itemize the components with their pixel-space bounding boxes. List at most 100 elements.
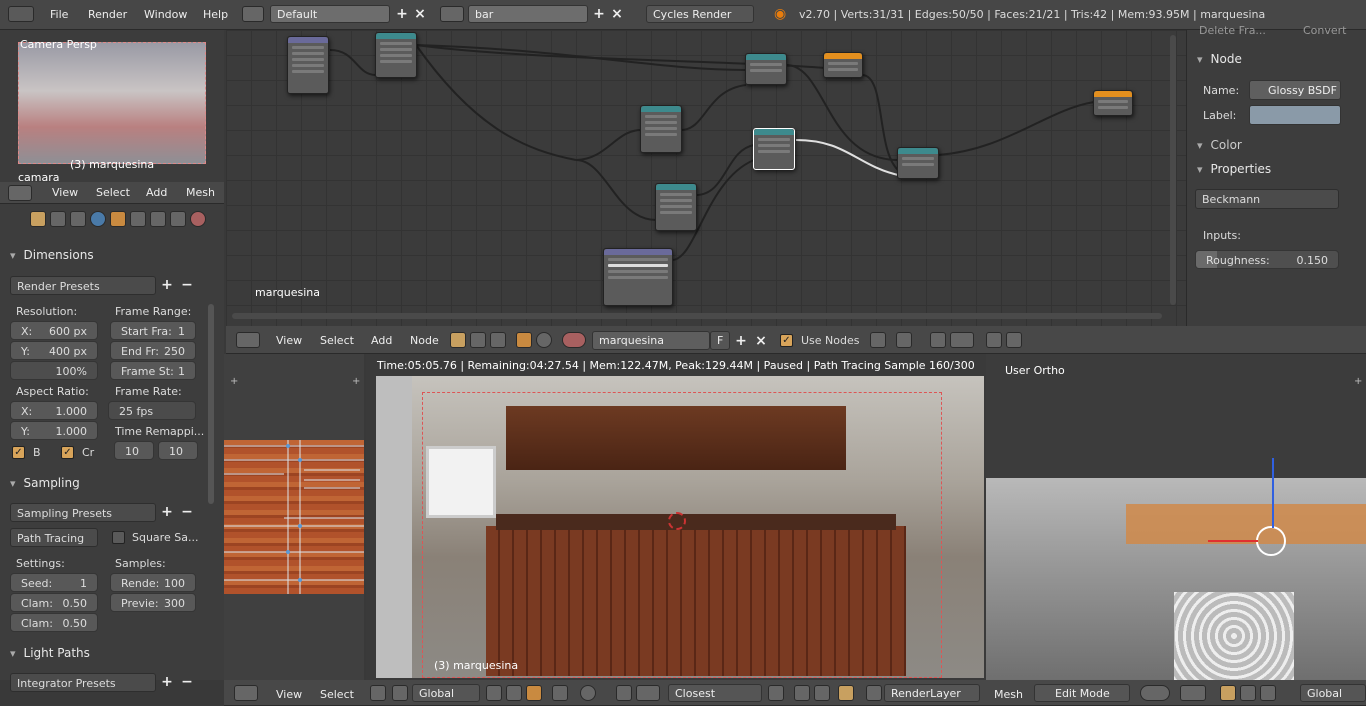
node-editor-hscroll[interactable]: [232, 313, 1162, 319]
add-scene-button[interactable]: +: [592, 6, 606, 22]
uv-editor[interactable]: + +: [224, 354, 364, 680]
object-shader-icon[interactable]: [516, 332, 532, 348]
node-editor-vscroll[interactable]: [1170, 35, 1176, 305]
menu-render[interactable]: Render: [88, 8, 127, 21]
fps-select[interactable]: 25 fps: [108, 401, 196, 420]
node-editor[interactable]: marquesina: [226, 30, 1186, 326]
properties-scrollbar[interactable]: [208, 304, 214, 504]
limit-selection-icon[interactable]: [552, 685, 568, 701]
scene-icon[interactable]: [440, 6, 464, 22]
bump-node-1[interactable]: [640, 105, 682, 153]
world-shader-icon[interactable]: [536, 332, 552, 348]
uv-add-icon-right[interactable]: +: [352, 376, 360, 387]
preview-samples-field[interactable]: Previe: 300: [110, 593, 196, 612]
color-ramp-node[interactable]: [603, 248, 673, 306]
render-layer-select[interactable]: RenderLayer: [884, 684, 980, 702]
constraints-tab-icon[interactable]: [130, 211, 146, 227]
shader-nodes-icon[interactable]: [450, 332, 466, 348]
scene-tab-icon[interactable]: [70, 211, 86, 227]
render-tab-icon[interactable]: [30, 211, 46, 227]
resolution-percent-field[interactable]: 100%: [10, 361, 98, 380]
integrator-presets-select[interactable]: Integrator Presets: [10, 673, 156, 692]
node-menu-view[interactable]: View: [276, 334, 302, 347]
snap-align-icon[interactable]: [768, 685, 784, 701]
menu-window[interactable]: Window: [144, 8, 187, 21]
clamp-indirect-field[interactable]: Clam: 0.50: [10, 613, 98, 632]
global-orientation-select-3d[interactable]: Global: [1300, 684, 1366, 702]
mix-shader-node[interactable]: [897, 147, 939, 179]
snap-icon[interactable]: [616, 685, 632, 701]
node-menu-select[interactable]: Select: [320, 334, 354, 347]
material-slot-icon[interactable]: [562, 332, 586, 348]
node-label-field[interactable]: [1249, 105, 1341, 125]
close-layout-button[interactable]: ×: [413, 6, 427, 22]
seed-field[interactable]: Seed: 1: [10, 573, 98, 592]
camera-viewport[interactable]: Camera Persp (3) marquesina camara: [0, 30, 224, 184]
snap-element-icon[interactable]: [950, 332, 974, 348]
node-menu-node[interactable]: Node: [410, 334, 439, 347]
transform-orientation-icon[interactable]: [392, 685, 408, 701]
pivot-icon[interactable]: [370, 685, 386, 701]
sampling-header[interactable]: Sampling: [4, 472, 200, 494]
resolution-y-field[interactable]: Y: 400 px: [10, 341, 98, 360]
crop-checkbox[interactable]: ✓: [61, 446, 74, 459]
add-integrator-preset-button[interactable]: +: [160, 674, 174, 690]
start-frame-field[interactable]: Start Fra: 1: [110, 321, 196, 340]
view3d-menu-view[interactable]: View: [52, 186, 78, 199]
view3d-menu-mesh[interactable]: Mesh: [186, 186, 215, 199]
view3d-menu-select[interactable]: Select: [96, 186, 130, 199]
paste-nodes-icon[interactable]: [1006, 332, 1022, 348]
vertex-select-icon[interactable]: [486, 685, 502, 701]
compositing-nodes-icon[interactable]: [470, 332, 486, 348]
node-editor-type-icon[interactable]: [236, 332, 260, 348]
close-scene-button[interactable]: ×: [610, 6, 624, 22]
texture-nodes-icon[interactable]: [490, 332, 506, 348]
fake-user-button[interactable]: F: [710, 331, 730, 350]
image-editor-type-icon[interactable]: [234, 685, 258, 701]
render-animation-icon[interactable]: [814, 685, 830, 701]
layout-field[interactable]: Default: [270, 5, 390, 23]
render-view[interactable]: Time:05:05.76 | Remaining:04:27.54 | Mem…: [366, 354, 986, 680]
convert-button[interactable]: Convert: [1303, 24, 1347, 37]
world-tab-icon[interactable]: [90, 211, 106, 227]
proportional-edit-icon[interactable]: [580, 685, 596, 701]
node-panel-header[interactable]: Node: [1191, 48, 1366, 70]
aspect-y-field[interactable]: Y: 1.000: [10, 421, 98, 440]
bottom-menu-view[interactable]: View: [276, 688, 302, 701]
pivot-point-icon[interactable]: [1180, 685, 1206, 701]
roughness-slider[interactable]: Roughness: 0.150: [1195, 250, 1339, 269]
ortho-add-icon[interactable]: +: [1354, 376, 1362, 387]
material-output-node[interactable]: [1093, 90, 1133, 116]
square-samples-checkbox[interactable]: [112, 531, 125, 544]
snap-target-icon[interactable]: [636, 685, 660, 701]
pin-icon[interactable]: [870, 332, 886, 348]
menu-file[interactable]: File: [50, 8, 68, 21]
remove-sampling-preset-button[interactable]: −: [180, 504, 194, 520]
parent-node-tree-icon[interactable]: [896, 332, 912, 348]
view3d-editor-icon[interactable]: [8, 185, 32, 201]
unlink-material-button[interactable]: ×: [754, 333, 768, 349]
manipulator-rotate-icon[interactable]: [1240, 685, 1256, 701]
scene-field[interactable]: bar: [468, 5, 588, 23]
dimensions-header[interactable]: Dimensions: [4, 244, 200, 266]
render-still-icon[interactable]: [794, 685, 810, 701]
frame-step-field[interactable]: Frame St: 1: [110, 361, 196, 380]
remap-new-field[interactable]: 10: [158, 441, 198, 460]
edge-select-icon[interactable]: [506, 685, 522, 701]
remove-render-preset-button[interactable]: −: [180, 277, 194, 293]
hue-saturation-node[interactable]: [375, 32, 417, 78]
ortho-viewport[interactable]: User Ortho +: [986, 354, 1366, 680]
end-frame-field[interactable]: End Fr: 250: [110, 341, 196, 360]
layout-icon[interactable]: [242, 6, 264, 22]
render-layer-icon[interactable]: [866, 685, 882, 701]
clamp-direct-field[interactable]: Clam: 0.50: [10, 593, 98, 612]
info-editor-icon[interactable]: [8, 6, 34, 22]
use-nodes-checkbox[interactable]: ✓: [780, 334, 793, 347]
render-engine-select[interactable]: Cycles Render: [646, 5, 754, 23]
sampling-presets-select[interactable]: Sampling Presets: [10, 503, 156, 522]
diffuse-bsdf-node[interactable]: [745, 53, 787, 85]
copy-nodes-icon[interactable]: [986, 332, 1002, 348]
delete-frame-button[interactable]: Delete Fra...: [1199, 24, 1266, 37]
snap-closest-select[interactable]: Closest: [668, 684, 762, 702]
path-tracing-select[interactable]: Path Tracing: [10, 528, 98, 547]
